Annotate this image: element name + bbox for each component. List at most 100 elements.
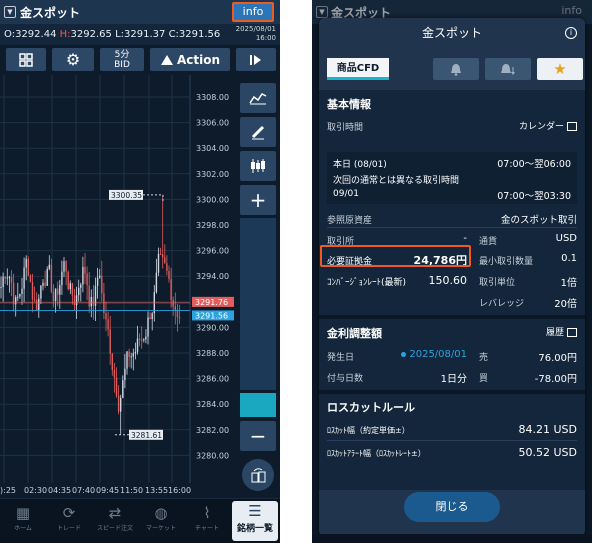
- candle-body: [73, 295, 76, 306]
- chart-screen: ▼ 金スポット info O: 3292.44 H: 3292.65 L: 3291.…: [0, 0, 280, 543]
- info-circle-icon[interactable]: i: [565, 27, 577, 39]
- price-tick-label: 3304.00: [196, 144, 229, 153]
- losscut-alert-label: ﾛｽｶｯﾄｱﾗｰﾄ幅（ﾛｽｶｯﾄﾚｰﾄ±）: [327, 449, 426, 458]
- zoom-out-button[interactable]: −: [240, 421, 276, 451]
- nav-home[interactable]: ▦ ホーム: [0, 503, 46, 532]
- zoom-level-indicator[interactable]: [240, 393, 276, 417]
- sell-value: 76.00円: [538, 353, 577, 364]
- leverage-label: レバレッジ: [479, 299, 525, 309]
- trading-hours-label: 取引時間: [327, 123, 364, 133]
- line-chart-icon: [249, 93, 267, 105]
- instrument-dropdown-icon[interactable]: ▼: [4, 6, 16, 18]
- currency-label: 通貨: [479, 237, 498, 247]
- tab-commodity-cfd[interactable]: 商品CFD: [327, 58, 389, 80]
- candle-body: [84, 266, 86, 274]
- draw-button[interactable]: [240, 117, 276, 147]
- candle-body: [164, 257, 166, 264]
- candle-body: [178, 317, 181, 319]
- candle-body: [4, 276, 6, 279]
- candle-body: [21, 288, 23, 294]
- leverage-value: 20倍: [554, 299, 577, 310]
- collapse-panel-button[interactable]: [236, 48, 276, 71]
- price-chart[interactable]: 3308.00 3306.00 3304.00 3302.00 3300.00 3298.…: [0, 75, 236, 498]
- trade-icon: ⟳: [62, 504, 76, 522]
- candle-body: [107, 319, 109, 330]
- action-label: Action: [176, 52, 221, 67]
- candle-body: [27, 258, 29, 276]
- candle-body: [75, 295, 78, 306]
- conversion-rate-label: ｺﾝﾊﾞｰｼﾞｮﾝﾚｰﾄ(最新): [327, 278, 407, 288]
- calendar-link[interactable]: カレンダー: [519, 119, 577, 132]
- candle-body: [145, 336, 147, 340]
- candle-body: [78, 287, 80, 296]
- layout-button[interactable]: [6, 48, 46, 71]
- gear-icon: ⚙: [65, 50, 81, 69]
- price-tick-label: 3288.00: [196, 349, 229, 358]
- candle-body: [111, 353, 113, 371]
- today-hours: 07:00～翌06:00: [497, 159, 571, 170]
- chart-icon: ⌇: [203, 504, 211, 522]
- indicator-button[interactable]: [240, 83, 276, 113]
- candle-body: [46, 268, 48, 286]
- tab-alert-settings[interactable]: [485, 58, 531, 80]
- tab-favorite[interactable]: ★: [537, 58, 583, 80]
- candle-body: [136, 338, 139, 352]
- history-link[interactable]: 履歴: [546, 325, 577, 338]
- candle-body: [8, 277, 11, 279]
- next-schedule-date: 09/01: [333, 189, 359, 199]
- instrument-title[interactable]: 金スポット: [20, 4, 80, 21]
- losscut-width-value: 84.21 USD: [518, 423, 578, 436]
- losscut-rule-heading: ロスカットルール: [327, 401, 415, 414]
- interest-adjustment-heading: 金利調整額: [327, 327, 382, 340]
- close-button[interactable]: 閉じる: [404, 492, 500, 522]
- candle-body: [69, 283, 71, 290]
- tab-alert[interactable]: [433, 58, 479, 80]
- candle-body: [174, 306, 176, 310]
- candle-body: [149, 317, 151, 320]
- warning-triangle-icon: [160, 54, 173, 65]
- play-bar-icon: [250, 54, 261, 65]
- action-button[interactable]: Action: [150, 48, 230, 71]
- candle-body: [88, 285, 90, 307]
- candle-body: [130, 356, 132, 358]
- rotate-device-icon: [251, 468, 266, 483]
- open-value: 3292.44: [15, 29, 57, 40]
- zoom-in-button[interactable]: +: [240, 185, 276, 215]
- candle-body: [162, 254, 164, 258]
- zoom-track[interactable]: [240, 218, 276, 390]
- next-schedule-hours: 07:00～翌03:30: [497, 191, 571, 202]
- rotate-screen-button[interactable]: [242, 459, 274, 491]
- candle-body: [10, 277, 13, 283]
- chart-side-toolbar: + −: [236, 75, 280, 498]
- candle-body: [38, 298, 40, 311]
- nav-chart[interactable]: ⌇ チャート: [184, 503, 230, 532]
- candle-body: [67, 271, 69, 290]
- chart-type-button[interactable]: [240, 151, 276, 181]
- time-tick-label: 09:45: [96, 486, 119, 495]
- nav-symbol-list[interactable]: ☰ 銘柄一覧: [232, 501, 278, 541]
- ohlc-bar: O: 3292.44 H: 3292.65 L: 3291.37 C: 3291.56 …: [0, 24, 280, 45]
- interval-button[interactable]: 5分 BID: [100, 48, 144, 71]
- candle-body: [33, 299, 36, 301]
- info-button[interactable]: info: [232, 2, 274, 22]
- open-label: O:: [4, 29, 16, 40]
- time-tick-label: 13:55: [145, 486, 168, 495]
- price-tick-label: 3296.00: [196, 247, 229, 256]
- instrument-header: ▼ 金スポット info: [0, 0, 280, 24]
- high-marker-label: 3300.35: [111, 191, 142, 200]
- minus-icon: −: [249, 424, 267, 448]
- settings-button[interactable]: ⚙: [52, 48, 94, 71]
- price-tick-label: 3280.00: [196, 451, 229, 460]
- status-dot-icon: [401, 351, 407, 357]
- nav-market[interactable]: ◍ マーケット: [138, 503, 184, 532]
- nav-trade[interactable]: ⟳ トレード: [46, 503, 92, 532]
- nav-speed-order[interactable]: ⇄ スピード注文: [92, 503, 138, 532]
- occurrence-date-label: 発生日: [327, 353, 355, 363]
- candle-body: [138, 338, 141, 340]
- candle-datetime: 2025/08/01 16:00: [236, 25, 276, 43]
- candle-body: [6, 277, 8, 279]
- candle-body: [40, 285, 42, 299]
- calendar-label: カレンダー: [518, 122, 564, 132]
- price-tick-label: 3284.00: [196, 400, 229, 409]
- time-tick-label: 16:00: [168, 486, 191, 495]
